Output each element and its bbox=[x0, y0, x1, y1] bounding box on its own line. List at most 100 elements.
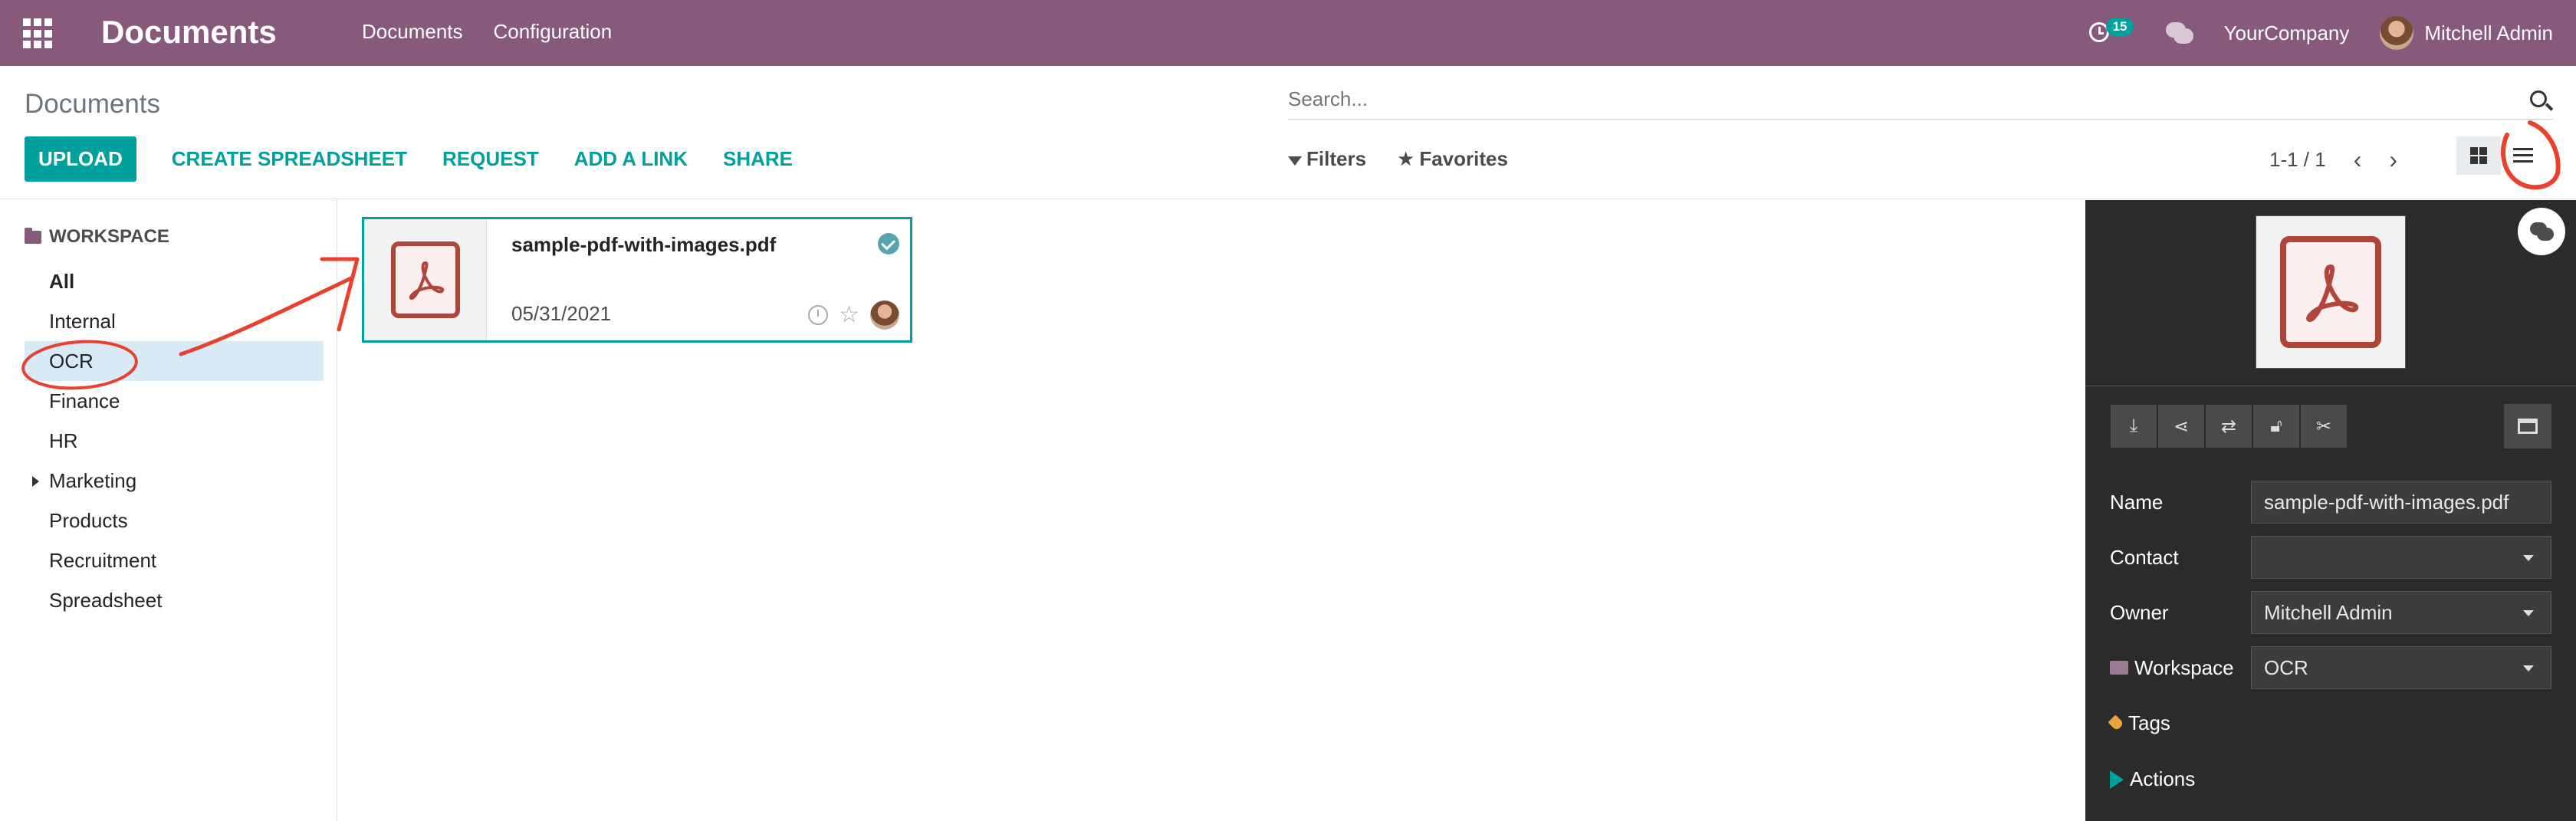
tags-label[interactable]: Tags bbox=[2108, 711, 2251, 735]
chevron-right-icon[interactable]: › bbox=[2389, 146, 2397, 174]
download-icon: ⤓ bbox=[2129, 415, 2138, 436]
tag-icon bbox=[2108, 714, 2124, 731]
document-preview[interactable] bbox=[2256, 215, 2406, 369]
owner-select[interactable]: Mitchell Admin bbox=[2251, 591, 2551, 634]
caret-right-icon[interactable] bbox=[32, 476, 39, 487]
create-spreadsheet-button[interactable]: CREATE SPREADSHEET bbox=[172, 147, 407, 171]
name-label: Name bbox=[2110, 490, 2164, 514]
workspace-list: All Internal OCR Finance HR Marketing Pr… bbox=[25, 261, 324, 620]
pdf-icon bbox=[390, 241, 460, 318]
field-contact: Contact bbox=[2110, 530, 2551, 585]
document-inspector: ⤓ ⋖ ⇄ 🔓︎ ✂ Name sample-pdf-with-images.p… bbox=[2085, 200, 2576, 821]
action-buttons: UPLOAD CREATE SPREADSHEET REQUEST ADD A … bbox=[25, 136, 793, 182]
document-name: sample-pdf-with-images.pdf bbox=[511, 233, 777, 256]
star-icon: ★ bbox=[1397, 147, 1415, 170]
actions-toggle[interactable]: Actions bbox=[2110, 767, 2195, 791]
activity-clock-icon[interactable] bbox=[808, 305, 829, 325]
retweet-icon: ⇄ bbox=[2220, 415, 2237, 437]
top-navbar: Documents Documents Configuration 15 You… bbox=[0, 0, 2576, 66]
chevron-down-icon bbox=[2523, 610, 2534, 616]
check-circle-icon[interactable] bbox=[878, 233, 899, 255]
view-switcher bbox=[2456, 136, 2545, 175]
document-toolbar: ⤓ ⋖ ⇄ 🔓︎ ✂ bbox=[2110, 404, 2348, 448]
split-button[interactable]: ✂ bbox=[2300, 404, 2348, 448]
list-view-button[interactable] bbox=[2501, 136, 2545, 175]
search-options: Filters ★ Favorites bbox=[1288, 147, 1508, 171]
contact-select[interactable] bbox=[2251, 536, 2551, 579]
workspace-item-finance[interactable]: Finance bbox=[25, 381, 324, 421]
search-bar bbox=[1288, 81, 2553, 120]
pdf-icon bbox=[2280, 236, 2381, 348]
filters-toggle[interactable]: Filters bbox=[1288, 147, 1366, 171]
workspace-item-products[interactable]: Products bbox=[25, 501, 324, 540]
document-date: 05/31/2021 bbox=[511, 302, 612, 325]
messaging-icon[interactable] bbox=[2165, 22, 2193, 44]
pager: 1-1 / 1 ‹ › bbox=[2269, 146, 2397, 174]
search-input[interactable] bbox=[1288, 81, 2515, 117]
company-switcher[interactable]: YourCompany bbox=[2224, 21, 2350, 45]
unlock-icon: 🔓︎ bbox=[2270, 415, 2282, 436]
share-button[interactable]: SHARE bbox=[723, 147, 793, 171]
favorite-star-icon[interactable]: ☆ bbox=[839, 304, 859, 327]
field-workspace: Workspace OCR bbox=[2110, 640, 2551, 695]
workspace-select[interactable]: OCR bbox=[2251, 646, 2551, 689]
list-icon bbox=[2513, 148, 2533, 163]
activity-badge: 15 bbox=[2105, 18, 2134, 36]
workspace-label: Workspace bbox=[2110, 656, 2251, 680]
workspace-item-ocr[interactable]: OCR bbox=[25, 341, 324, 381]
field-owner: Owner Mitchell Admin bbox=[2110, 585, 2551, 640]
search-icon[interactable] bbox=[2530, 90, 2547, 107]
workspace-item-spreadsheet[interactable]: Spreadsheet bbox=[25, 580, 324, 620]
menu-configuration[interactable]: Configuration bbox=[494, 20, 613, 44]
chatter-button[interactable] bbox=[2518, 208, 2565, 255]
apps-menu-icon[interactable] bbox=[23, 18, 54, 49]
navbar-right: 15 YourCompany Mitchell Admin bbox=[2088, 0, 2553, 66]
name-input[interactable]: sample-pdf-with-images.pdf bbox=[2251, 481, 2551, 524]
user-menu[interactable]: Mitchell Admin bbox=[2380, 16, 2553, 50]
owner-avatar bbox=[870, 300, 899, 330]
owner-label: Owner bbox=[2110, 600, 2169, 624]
filter-icon bbox=[1288, 156, 1302, 166]
card-footer-icons: ☆ bbox=[808, 300, 899, 330]
contact-label: Contact bbox=[2110, 545, 2179, 569]
kanban-view-button[interactable] bbox=[2456, 136, 2501, 175]
workspace-item-recruitment[interactable]: Recruitment bbox=[25, 540, 324, 580]
document-thumbnail[interactable] bbox=[364, 219, 487, 340]
lock-button[interactable]: 🔓︎ bbox=[2252, 404, 2300, 448]
document-card[interactable]: sample-pdf-with-images.pdf 05/31/2021 ☆ bbox=[362, 217, 912, 343]
workspace-item-marketing[interactable]: Marketing bbox=[25, 461, 324, 501]
chevron-left-icon[interactable]: ‹ bbox=[2354, 146, 2362, 174]
control-panel: Documents UPLOAD CREATE SPREADSHEET REQU… bbox=[0, 66, 2576, 199]
main-menu: Documents Configuration bbox=[362, 20, 612, 44]
archive-icon bbox=[2518, 419, 2538, 434]
breadcrumb: Documents bbox=[25, 89, 161, 119]
share-link-button[interactable]: ⋖ bbox=[2157, 404, 2205, 448]
chevron-down-icon bbox=[2523, 665, 2534, 672]
workspace-sidebar: WORKSPACE All Internal OCR Finance HR Ma… bbox=[0, 200, 337, 821]
kanban-icon bbox=[2470, 147, 2487, 164]
workspace-item-hr[interactable]: HR bbox=[25, 421, 324, 461]
comments-icon bbox=[2530, 222, 2554, 241]
workspace-item-all[interactable]: All bbox=[25, 261, 324, 301]
folder-icon bbox=[2110, 661, 2128, 675]
caret-right-icon bbox=[2110, 770, 2124, 789]
share-icon: ⋖ bbox=[2173, 415, 2190, 437]
scissors-icon: ✂ bbox=[2315, 415, 2332, 437]
chevron-down-icon bbox=[2523, 555, 2534, 561]
app-title: Documents bbox=[101, 14, 277, 50]
favorites-toggle[interactable]: ★ Favorites bbox=[1397, 147, 1508, 171]
add-link-button[interactable]: ADD A LINK bbox=[574, 147, 688, 171]
upload-button[interactable]: UPLOAD bbox=[25, 136, 136, 182]
archive-button[interactable] bbox=[2504, 404, 2551, 448]
pager-value[interactable]: 1-1 / 1 bbox=[2269, 148, 2326, 172]
download-button[interactable]: ⤓ bbox=[2110, 404, 2157, 448]
user-name: Mitchell Admin bbox=[2424, 21, 2553, 44]
document-fields: Name sample-pdf-with-images.pdf Contact … bbox=[2108, 475, 2551, 750]
request-button[interactable]: REQUEST bbox=[442, 147, 539, 171]
workspace-item-internal[interactable]: Internal bbox=[25, 301, 324, 341]
replace-button[interactable]: ⇄ bbox=[2205, 404, 2252, 448]
activity-button[interactable]: 15 bbox=[2088, 18, 2135, 48]
folder-icon bbox=[25, 227, 41, 244]
field-tags: Tags bbox=[2108, 695, 2551, 750]
menu-documents[interactable]: Documents bbox=[362, 20, 463, 44]
